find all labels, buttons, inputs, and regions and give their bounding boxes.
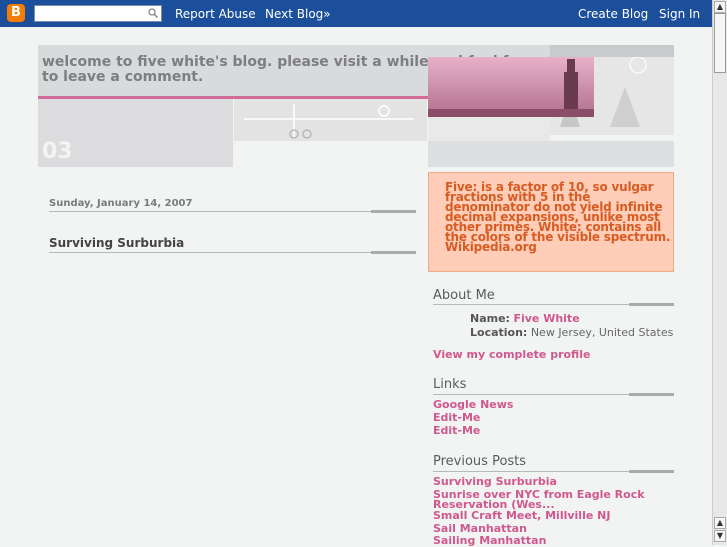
about-me-heading: About Me xyxy=(433,288,495,303)
links-rule-accent xyxy=(629,393,674,396)
link-item[interactable]: Google News xyxy=(433,399,513,410)
post-title-rule-accent xyxy=(371,251,416,254)
create-blog-link[interactable]: Create Blog xyxy=(578,7,648,21)
header-photo-top xyxy=(550,45,674,57)
post-title-rule xyxy=(49,252,416,253)
location-value: New Jersey, United States xyxy=(530,326,674,339)
blogger-logo-icon[interactable]: B xyxy=(7,4,25,22)
previous-posts-heading: Previous Posts xyxy=(433,454,527,469)
post-title[interactable]: Surviving Surburbia xyxy=(49,236,184,250)
blog-description: Five: is a factor of 10, so vulgar fract… xyxy=(445,180,671,254)
date-rule xyxy=(49,211,416,212)
search-input[interactable] xyxy=(34,5,162,22)
header-pink-photo xyxy=(428,57,594,117)
deco-number: 03 xyxy=(42,139,73,164)
links-heading: Links xyxy=(433,377,467,392)
profile-name-line: Name: Five White xyxy=(470,312,580,325)
scroll-up-arrow-icon[interactable]: ▲ xyxy=(714,517,726,529)
date-header: Sunday, January 14, 2007 xyxy=(49,198,193,209)
previous-post-link[interactable]: Surviving Surburbia xyxy=(433,476,557,487)
blog-header: welcome to five white's blog. please vis… xyxy=(38,45,674,169)
header-deco-far xyxy=(428,141,674,167)
link-item[interactable]: Edit-Me xyxy=(433,412,480,423)
date-rule-accent xyxy=(371,210,416,213)
sign-in-link[interactable]: Sign In xyxy=(659,7,700,21)
blogger-navbar: B Report Abuse Next Blog» Create Blog Si… xyxy=(0,0,712,27)
next-blog-link[interactable]: Next Blog» xyxy=(265,7,331,21)
about-me-rule-accent xyxy=(629,303,674,306)
scroll-down-arrow-icon[interactable]: ▼ xyxy=(714,530,726,542)
header-deco-mid xyxy=(234,99,427,141)
scroll-thumb[interactable] xyxy=(714,13,726,73)
previous-post-link[interactable]: Small Craft Meet, Millville NJ xyxy=(433,510,610,521)
previous-posts-rule-accent xyxy=(629,470,674,473)
profile-location-line: Location: New Jersey, United States xyxy=(470,326,673,339)
search-icon[interactable] xyxy=(148,8,158,18)
statue-silhouette-icon xyxy=(428,59,594,117)
previous-post-link[interactable]: Sail Manhattan xyxy=(433,523,527,534)
scroll-up-arrow-icon[interactable]: ▲ xyxy=(714,1,726,13)
circuit-pattern xyxy=(244,104,414,139)
view-profile-link[interactable]: View my complete profile xyxy=(433,349,590,360)
name-link[interactable]: Five White xyxy=(513,312,579,325)
report-abuse-link[interactable]: Report Abuse xyxy=(175,7,256,21)
name-label: Name: xyxy=(470,312,510,325)
header-deco-left: 03 xyxy=(38,99,233,167)
link-item[interactable]: Edit-Me xyxy=(433,425,480,436)
vertical-scrollbar[interactable]: ▲ ▲ ▼ xyxy=(712,0,727,545)
blog-description-box: Five: is a factor of 10, so vulgar fract… xyxy=(428,172,674,272)
location-label: Location: xyxy=(470,326,528,339)
previous-post-link[interactable]: Sunrise over NYC from Eagle Rock Reserva… xyxy=(433,489,653,510)
